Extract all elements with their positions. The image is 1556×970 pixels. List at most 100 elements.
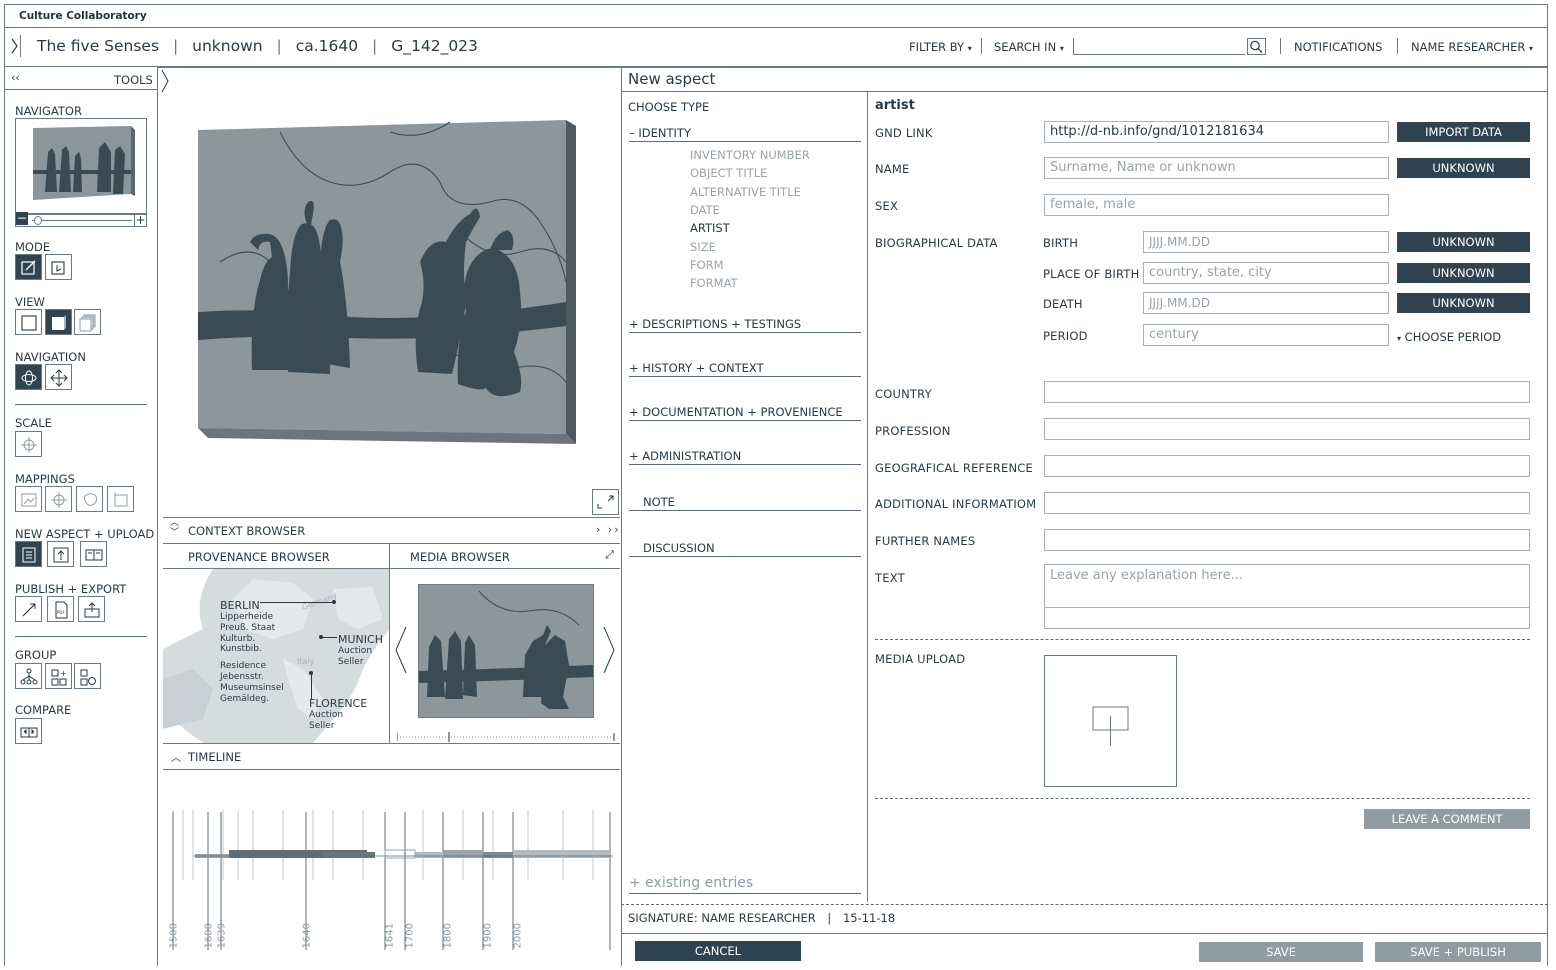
link-button[interactable] [15, 596, 42, 622]
birth-input[interactable]: JJJJ.MM.DD [1143, 231, 1389, 253]
mapping-lasso-button[interactable] [76, 486, 103, 512]
breadcrumb-id[interactable]: G_142_023 [391, 37, 478, 55]
period-input[interactable]: century [1143, 324, 1389, 346]
upload-button[interactable] [47, 541, 74, 567]
filter-by-dropdown[interactable]: FILTER BY ▾ [909, 40, 972, 54]
expand-sidebar-icon[interactable] [9, 35, 21, 57]
provenance-tab[interactable]: PROVENANCE BROWSER [163, 544, 390, 569]
discussion-section[interactable]: DISCUSSION [643, 541, 715, 555]
search-icon[interactable] [1247, 38, 1266, 55]
cancel-button[interactable]: CANCEL [635, 941, 801, 961]
history-section[interactable]: + HISTORY + CONTEXT [629, 361, 764, 375]
media-prev-icon[interactable] [394, 625, 408, 679]
existing-entries-link[interactable]: + existing entries [629, 875, 753, 891]
further-names-input[interactable] [1044, 529, 1530, 551]
name-unknown-button[interactable]: UNKNOWN [1397, 158, 1530, 178]
zoom-out-icon[interactable]: − [16, 212, 28, 225]
documentation-section[interactable]: + DOCUMENTATION + PROVENIENCE [629, 405, 843, 419]
compare-button[interactable] [15, 718, 42, 744]
orbit-button[interactable] [15, 364, 42, 390]
geo-reference-input[interactable] [1044, 455, 1530, 477]
place-of-birth-unknown-button[interactable]: UNKNOWN [1397, 263, 1530, 283]
pan-button[interactable] [45, 364, 72, 390]
identity-item[interactable]: FORMAT [690, 276, 738, 290]
mapping-image-button[interactable] [15, 486, 42, 512]
media-upload-dropzone[interactable] [1044, 655, 1177, 787]
mapping-point-button[interactable] [45, 486, 72, 512]
view-3d-button[interactable] [45, 309, 72, 335]
identity-item-selected[interactable]: ARTIST [690, 221, 730, 235]
select-mode-button[interactable] [45, 254, 72, 280]
breadcrumb-title[interactable]: The five Senses [37, 37, 159, 55]
context-collapse-icon[interactable]: ︿ ﹀ [170, 518, 179, 538]
context-nav-icon[interactable]: › ›› [596, 523, 621, 536]
artwork-3d-view[interactable] [190, 112, 590, 452]
researcher-menu[interactable]: NAME RESEARCHER ▾ [1411, 40, 1533, 54]
export-pdf-button[interactable]: PDF [47, 596, 74, 622]
view-stack-button[interactable] [74, 309, 101, 335]
birth-unknown-button[interactable]: UNKNOWN [1397, 232, 1530, 252]
note-section[interactable]: NOTE [643, 495, 675, 509]
timeline-chart[interactable]: 1500 1600 1639 1640 1641 1700 1800 1900 … [163, 770, 620, 966]
divider [629, 510, 861, 511]
edit-mode-button[interactable] [15, 254, 42, 280]
place-of-birth-input[interactable]: country, state, city [1143, 262, 1389, 284]
leave-comment-button[interactable]: LEAVE A COMMENT [1364, 809, 1530, 829]
country-input[interactable] [1044, 381, 1530, 403]
expand-icon[interactable]: ⤢ [605, 548, 614, 562]
expand-viewer-icon[interactable] [160, 68, 170, 94]
gnd-input[interactable]: http://d-nb.info/gnd/1012181634 [1044, 121, 1389, 143]
identity-item[interactable]: INVENTORY NUMBER [690, 148, 810, 162]
compare-docs-button[interactable] [80, 541, 107, 567]
death-unknown-button[interactable]: UNKNOWN [1397, 293, 1530, 313]
media-next-icon[interactable] [602, 625, 616, 679]
breadcrumb-artist[interactable]: unknown [192, 37, 262, 55]
timeline-year: 1640 [301, 923, 313, 949]
mapping-rect-button[interactable] [107, 486, 134, 512]
sex-input[interactable]: female, male [1044, 194, 1389, 216]
identity-item[interactable]: FORM [690, 258, 724, 272]
provenance-map[interactable]: Germany Italy BERLIN Lipperheide Preuß. … [163, 569, 390, 743]
zoom-in-icon[interactable]: + [134, 214, 146, 227]
identity-item[interactable]: SIZE [690, 240, 716, 254]
map-city-berlin[interactable]: BERLIN [220, 599, 260, 612]
administration-section[interactable]: + ADMINISTRATION [629, 449, 741, 463]
media-scrubber[interactable] [396, 728, 615, 742]
save-publish-button[interactable]: SAVE + PUBLISH [1375, 942, 1541, 962]
profession-input[interactable] [1044, 418, 1530, 440]
identity-item[interactable]: DATE [690, 203, 720, 217]
group-link-button[interactable] [74, 663, 101, 689]
death-input[interactable]: JJJJ.MM.DD [1143, 292, 1389, 314]
group-tree-button[interactable] [15, 663, 42, 689]
new-aspect-button[interactable] [15, 541, 42, 567]
identity-item[interactable]: ALTERNATIVE TITLE [690, 185, 801, 199]
view-2d-button[interactable] [15, 309, 42, 335]
search-in-dropdown[interactable]: SEARCH IN ▾ [994, 40, 1064, 54]
navigator-thumbnail[interactable] [15, 118, 147, 214]
save-button[interactable]: SAVE [1199, 942, 1363, 962]
group-add-button[interactable]: + [45, 663, 72, 689]
export-button[interactable] [78, 596, 105, 622]
media-thumbnail[interactable] [418, 584, 594, 718]
breadcrumb-date[interactable]: ca.1640 [296, 37, 358, 55]
notifications-link[interactable]: NOTIFICATIONS [1294, 40, 1382, 54]
zoom-slider[interactable]: − + [15, 212, 147, 227]
florence-connector [311, 675, 312, 699]
collapse-tools-icon[interactable]: ‹‹ [11, 71, 20, 84]
identity-section[interactable]: – IDENTITY [629, 126, 691, 140]
additional-info-input[interactable] [1044, 492, 1530, 514]
media-tab[interactable]: MEDIA BROWSER ⤢ [390, 544, 620, 569]
fullscreen-icon[interactable] [592, 489, 619, 515]
descriptions-section[interactable]: + DESCRIPTIONS + TESTINGS [629, 317, 801, 331]
name-input[interactable]: Surname, Name or unknown [1044, 157, 1389, 179]
identity-item[interactable]: OBJECT TITLE [690, 166, 767, 180]
choose-period-dropdown[interactable]: ▾ CHOOSE PERIOD [1397, 330, 1501, 344]
zoom-thumb[interactable] [34, 216, 42, 225]
text-area[interactable]: Leave any explanation here... [1044, 564, 1530, 629]
scale-button[interactable] [15, 431, 42, 457]
map-city-munich[interactable]: MUNICH [338, 633, 383, 646]
map-city-florence[interactable]: FLORENCE [309, 697, 367, 710]
search-input[interactable] [1073, 38, 1245, 55]
timeline-collapse-icon[interactable]: ︿ [171, 749, 181, 764]
import-data-button[interactable]: IMPORT DATA [1397, 122, 1530, 142]
